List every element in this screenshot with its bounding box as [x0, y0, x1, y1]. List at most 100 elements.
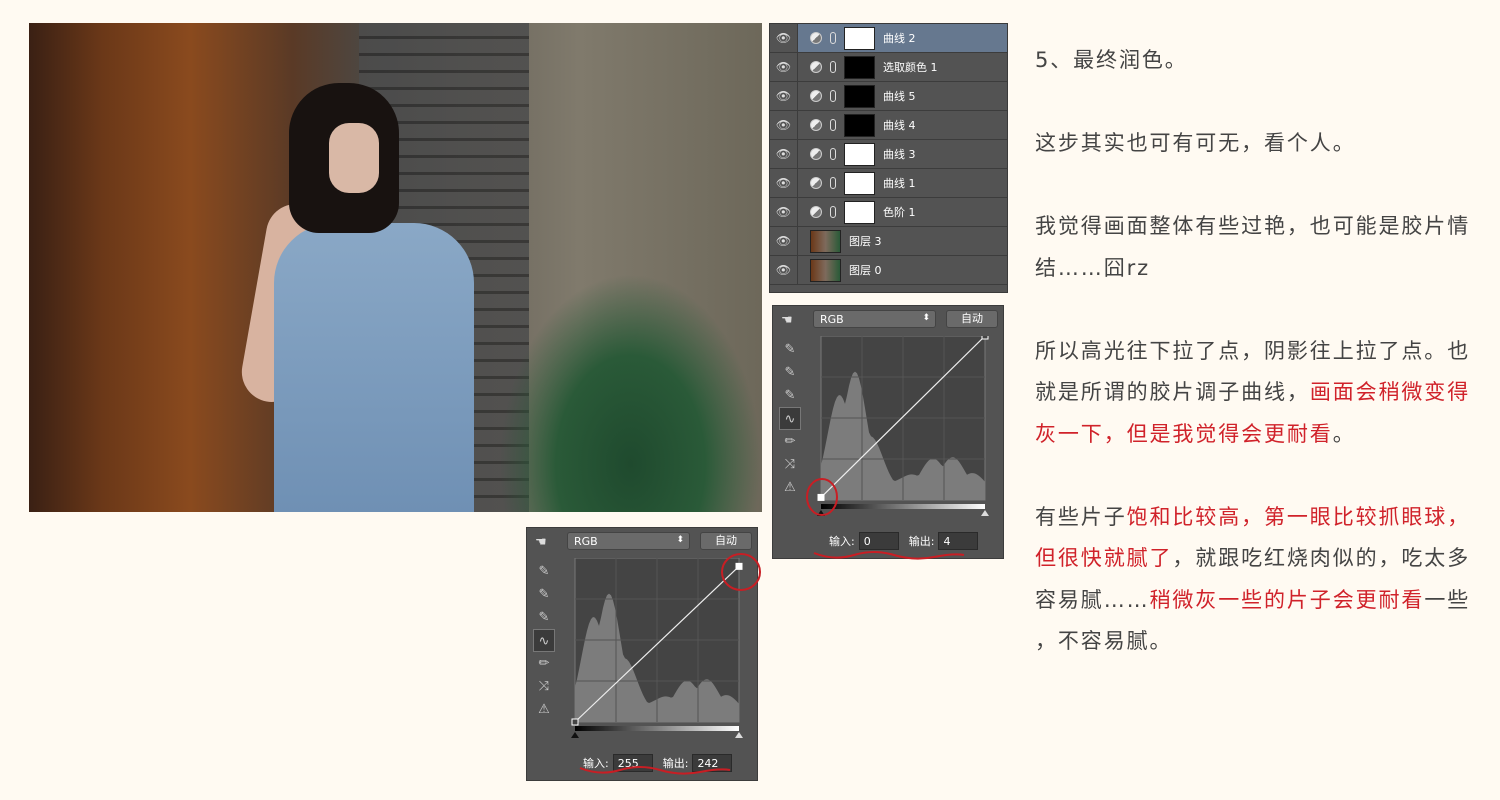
mask-thumbnail	[844, 142, 875, 166]
text-line	[1035, 293, 1500, 335]
auto-button[interactable]: 自动	[700, 532, 752, 550]
output-label: 输出:	[908, 535, 935, 548]
eye-icon[interactable]: 👁	[770, 53, 798, 81]
layer-name: 曲线 5	[883, 90, 916, 103]
input-label: 输入:	[583, 757, 609, 770]
adjustment-icon	[810, 177, 822, 189]
layer-name: 曲线 4	[883, 119, 916, 132]
highlighted-text: 但很快就腻了	[1035, 546, 1173, 570]
eyedropper-black-icon[interactable]: ✎	[533, 560, 555, 583]
text-line	[1035, 169, 1500, 211]
eyedropper-gray-icon[interactable]: ✎	[779, 361, 801, 384]
layer-row[interactable]: 👁 曲线 4	[770, 111, 1007, 140]
dress	[274, 223, 474, 512]
text-line: 有些片子饱和比较高，第一眼比较抓眼球，	[1035, 501, 1500, 543]
adjustment-icon	[810, 119, 822, 131]
text-line: 但很快就腻了，就跟吃红烧肉似的，吃太多	[1035, 542, 1500, 584]
auto-button[interactable]: 自动	[946, 310, 998, 328]
text-segment: 所以高光往下拉了点，阴影往上拉了点。也	[1035, 338, 1471, 363]
link-icon[interactable]	[830, 32, 836, 44]
pencil-icon[interactable]: ✏	[533, 652, 555, 675]
curve-tool-icon[interactable]: ∿	[779, 407, 801, 430]
adjustment-icon	[810, 61, 822, 73]
text-line: 结……囧rz	[1035, 252, 1500, 294]
output-field[interactable]: 242	[692, 754, 733, 772]
pencil-icon[interactable]: ✏	[779, 430, 801, 453]
highlighted-text: 饱和比较高，第一眼比较抓眼球，	[1126, 504, 1471, 529]
layer-name: 图层 0	[849, 264, 882, 277]
layer-name: 曲线 2	[883, 32, 916, 45]
curve-point	[735, 562, 743, 570]
eye-icon[interactable]: 👁	[770, 140, 798, 168]
text-line: 容易腻……稍微灰一些的片子会更耐看一些	[1035, 584, 1500, 626]
link-icon[interactable]	[830, 119, 836, 131]
link-icon[interactable]	[830, 206, 836, 218]
layer-row[interactable]: 👁 选取颜色 1	[770, 53, 1007, 82]
text-line: ，不容易腻。	[1035, 625, 1500, 667]
layer-name: 曲线 3	[883, 148, 916, 161]
curves-panel-shadow: ☚ RGB ⬍ 自动 ✎ ✎ ✎ ∿ ✏ ⤨ ⚠ 输入: 0 输出: 4	[772, 305, 1004, 559]
text-segment: 一些	[1424, 587, 1471, 612]
curves-tools: ✎ ✎ ✎ ∿ ✏ ⤨ ⚠	[779, 338, 801, 499]
curves-graph[interactable]	[817, 336, 989, 520]
eyedropper-white-icon[interactable]: ✎	[533, 606, 555, 629]
eye-icon[interactable]: 👁	[770, 198, 798, 226]
smooth-icon[interactable]: ⤨	[779, 453, 801, 476]
clipping-warning-icon[interactable]: ⚠	[779, 476, 801, 499]
layer-name: 色阶 1	[883, 206, 916, 219]
clipping-warning-icon[interactable]: ⚠	[533, 698, 555, 721]
eye-icon[interactable]: 👁	[770, 227, 798, 255]
layer-thumbnail	[810, 258, 841, 282]
eyedropper-white-icon[interactable]: ✎	[779, 384, 801, 407]
eye-icon[interactable]: 👁	[770, 82, 798, 110]
mask-thumbnail	[844, 113, 875, 137]
link-icon[interactable]	[830, 177, 836, 189]
link-icon[interactable]	[830, 90, 836, 102]
plants	[499, 273, 762, 512]
input-field[interactable]: 255	[612, 754, 653, 772]
input-field[interactable]: 0	[858, 532, 899, 550]
layer-row[interactable]: 👁 色阶 1	[770, 198, 1007, 227]
curve-tool-icon[interactable]: ∿	[533, 629, 555, 652]
layer-row[interactable]: 👁 曲线 3	[770, 140, 1007, 169]
mask-thumbnail	[844, 26, 875, 50]
text-segment: 这步其实也可有可无，看个人。	[1035, 131, 1356, 155]
eye-icon[interactable]: 👁	[770, 169, 798, 197]
hand-tool-icon[interactable]: ☚	[781, 313, 793, 328]
eye-icon[interactable]: 👁	[770, 111, 798, 139]
mask-thumbnail	[844, 55, 875, 79]
text-segment: 我觉得画面整体有些过艳，也可能是胶片情	[1035, 214, 1471, 238]
curves-graph[interactable]	[571, 558, 743, 742]
photo	[29, 23, 762, 512]
layer-row[interactable]: 👁 图层 3	[770, 227, 1007, 256]
layer-row[interactable]: 👁 曲线 2	[770, 24, 1007, 53]
white-slider	[981, 510, 989, 516]
text-segment: 结……囧rz	[1035, 255, 1151, 280]
mask-thumbnail	[844, 84, 875, 108]
layer-row[interactable]: 👁 图层 0	[770, 256, 1007, 285]
curve-point	[571, 718, 579, 726]
mask-thumbnail	[844, 171, 875, 195]
eye-icon[interactable]: 👁	[770, 24, 798, 52]
eye-icon[interactable]: 👁	[770, 256, 798, 284]
highlighted-text: 灰一下，但是我觉得会更耐看	[1035, 421, 1333, 446]
face	[329, 123, 379, 193]
black-slider	[817, 510, 825, 516]
hand-tool-icon[interactable]: ☚	[535, 535, 547, 550]
channel-select[interactable]: RGB ⬍	[813, 310, 936, 328]
eyedropper-black-icon[interactable]: ✎	[779, 338, 801, 361]
link-icon[interactable]	[830, 61, 836, 73]
highlighted-text: 稍微灰一些的片子会更耐看	[1149, 587, 1425, 612]
output-field[interactable]: 4	[938, 532, 979, 550]
input-label: 输入:	[829, 535, 855, 548]
text-line: 所以高光往下拉了点，阴影往上拉了点。也	[1035, 335, 1500, 377]
smooth-icon[interactable]: ⤨	[533, 675, 555, 698]
channel-select[interactable]: RGB ⬍	[567, 532, 690, 550]
layer-row[interactable]: 👁 曲线 1	[770, 169, 1007, 198]
layer-row[interactable]: 👁 曲线 5	[770, 82, 1007, 111]
eyedropper-gray-icon[interactable]: ✎	[533, 583, 555, 606]
layers-panel: 👁 曲线 2 👁 选取颜色 1 👁 曲线 5 👁 曲线 4 👁 曲线 3 👁 曲…	[769, 23, 1008, 293]
text-line: 就是所谓的胶片调子曲线，画面会稍微变得	[1035, 376, 1500, 418]
mask-thumbnail	[844, 200, 875, 224]
link-icon[interactable]	[830, 148, 836, 160]
